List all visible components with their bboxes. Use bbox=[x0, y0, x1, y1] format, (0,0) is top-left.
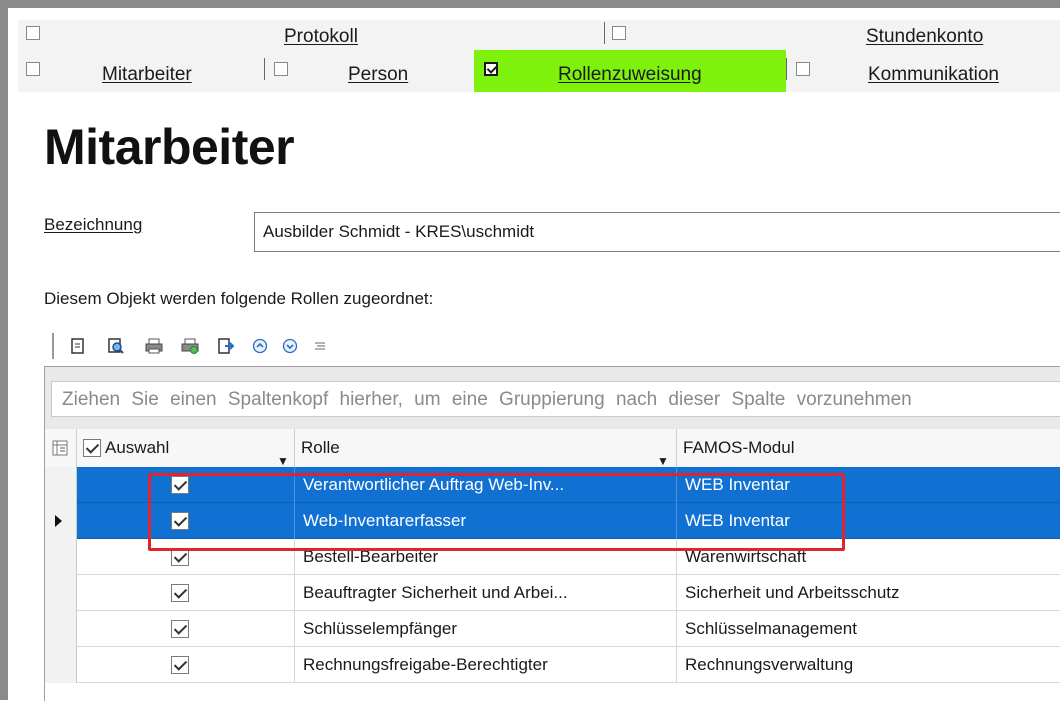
cell-auswahl[interactable] bbox=[77, 503, 295, 539]
print-setup-icon[interactable] bbox=[180, 336, 200, 356]
row-indicator[interactable] bbox=[45, 539, 77, 575]
cell-famos-modul[interactable]: Schlüsselmanagement bbox=[677, 611, 1060, 647]
column-header-famos-modul[interactable]: FAMOS-Modul bbox=[677, 429, 1060, 467]
tab-separator bbox=[604, 22, 605, 44]
tab-separator bbox=[264, 58, 265, 80]
expand-all-icon[interactable] bbox=[250, 336, 270, 356]
cell-famos-modul[interactable]: Sicherheit und Arbeitsschutz bbox=[677, 575, 1060, 611]
cell-famos-modul[interactable]: WEB Inventar bbox=[677, 467, 1060, 503]
cell-famos-modul[interactable]: Warenwirtschaft bbox=[677, 539, 1060, 575]
tab-person-checkbox[interactable] bbox=[274, 62, 288, 76]
window-frame-top bbox=[0, 0, 1060, 8]
new-document-icon[interactable] bbox=[68, 336, 88, 356]
row-indicator[interactable] bbox=[45, 467, 77, 503]
row-indicator[interactable] bbox=[45, 575, 77, 611]
tab-kommunikation[interactable]: Kommunikation bbox=[868, 64, 999, 86]
tab-stundenkonto-checkbox[interactable] bbox=[612, 26, 626, 40]
tab-protokoll-checkbox[interactable] bbox=[26, 26, 40, 40]
cell-auswahl[interactable] bbox=[77, 611, 295, 647]
cell-auswahl[interactable] bbox=[77, 647, 295, 683]
bezeichnung-label: Bezeichnung bbox=[44, 215, 143, 234]
group-panel: Ziehen Sie einen Spaltenkopf hierher, um… bbox=[45, 367, 1060, 430]
roles-grid: Ziehen Sie einen Spaltenkopf hierher, um… bbox=[44, 366, 1060, 701]
row-indicator[interactable] bbox=[45, 611, 77, 647]
table-row[interactable]: Verantwortlicher Auftrag Web-Inv... WEB … bbox=[45, 467, 1060, 503]
group-icon[interactable] bbox=[310, 336, 330, 356]
tab-rollenzuweisung-checkbox[interactable] bbox=[484, 62, 498, 76]
cell-auswahl[interactable] bbox=[77, 467, 295, 503]
preview-icon[interactable] bbox=[106, 336, 126, 356]
column-header-auswahl-label: Auswahl bbox=[105, 438, 170, 457]
cell-rolle[interactable]: Web-Inventarerfasser bbox=[295, 503, 677, 539]
cell-auswahl[interactable] bbox=[77, 539, 295, 575]
row-checkbox[interactable] bbox=[171, 656, 189, 674]
window-frame-left bbox=[0, 0, 8, 700]
cell-famos-modul[interactable]: Rechnungsverwaltung bbox=[677, 647, 1060, 683]
cell-rolle[interactable]: Bestell-Bearbeiter bbox=[295, 539, 677, 575]
row-checkbox[interactable] bbox=[171, 512, 189, 530]
print-icon[interactable] bbox=[144, 336, 164, 356]
bezeichnung-field[interactable]: Ausbilder Schmidt - KRES\uschmidt bbox=[254, 212, 1060, 252]
column-header-auswahl[interactable]: Auswahl ▼ bbox=[77, 429, 295, 468]
tab-mitarbeiter[interactable]: Mitarbeiter bbox=[102, 64, 192, 86]
select-all-checkbox[interactable] bbox=[83, 439, 101, 457]
row-checkbox[interactable] bbox=[171, 584, 189, 602]
tab-rollenzuweisung[interactable]: Rollenzuweisung bbox=[558, 64, 702, 86]
group-hint[interactable]: Ziehen Sie einen Spaltenkopf hierher, um… bbox=[51, 381, 1060, 417]
table-row[interactable]: Web-Inventarerfasser WEB Inventar bbox=[45, 503, 1060, 539]
row-indicator[interactable] bbox=[45, 503, 77, 539]
column-header-rolle[interactable]: Rolle ▼ bbox=[295, 429, 677, 468]
row-checkbox[interactable] bbox=[171, 620, 189, 638]
tab-protokoll[interactable]: Protokoll bbox=[284, 26, 358, 48]
column-header-rolle-label: Rolle bbox=[301, 438, 340, 457]
tab-kommunikation-checkbox[interactable] bbox=[796, 62, 810, 76]
table-row[interactable]: Beauftragter Sicherheit und Arbei... Sic… bbox=[45, 575, 1060, 611]
cell-auswahl[interactable] bbox=[77, 575, 295, 611]
cell-rolle[interactable]: Verantwortlicher Auftrag Web-Inv... bbox=[295, 467, 677, 503]
tab-person[interactable]: Person bbox=[348, 64, 408, 86]
column-header-famos-modul-label: FAMOS-Modul bbox=[683, 438, 795, 457]
current-row-arrow-icon bbox=[55, 515, 62, 527]
tab-mitarbeiter-checkbox[interactable] bbox=[26, 62, 40, 76]
tab-stundenkonto[interactable]: Stundenkonto bbox=[866, 26, 983, 48]
table-row[interactable]: Rechnungsfreigabe-Berechtigter Rechnungs… bbox=[45, 647, 1060, 683]
export-icon[interactable] bbox=[216, 336, 236, 356]
row-checkbox[interactable] bbox=[171, 476, 189, 494]
column-chooser-icon[interactable] bbox=[45, 429, 77, 467]
row-indicator[interactable] bbox=[45, 647, 77, 683]
row-checkbox[interactable] bbox=[171, 548, 189, 566]
cell-famos-modul[interactable]: WEB Inventar bbox=[677, 503, 1060, 539]
grid-header: Auswahl ▼ Rolle ▼ FAMOS-Modul bbox=[45, 429, 1060, 468]
tab-bar: Protokoll Stundenkonto Mitarbeiter Perso… bbox=[18, 20, 1060, 92]
cell-rolle[interactable]: Schlüsselempfänger bbox=[295, 611, 677, 647]
table-row[interactable]: Bestell-Bearbeiter Warenwirtschaft bbox=[45, 539, 1060, 575]
table-row[interactable]: Schlüsselempfänger Schlüsselmanagement bbox=[45, 611, 1060, 647]
toolbar-grip[interactable] bbox=[52, 333, 54, 359]
cell-rolle[interactable]: Beauftragter Sicherheit und Arbei... bbox=[295, 575, 677, 611]
page-title: Mitarbeiter bbox=[44, 119, 295, 175]
collapse-all-icon[interactable] bbox=[280, 336, 300, 356]
cell-rolle[interactable]: Rechnungsfreigabe-Berechtigter bbox=[295, 647, 677, 683]
roles-description: Diesem Objekt werden folgende Rollen zug… bbox=[44, 289, 434, 308]
tab-separator bbox=[786, 58, 787, 80]
